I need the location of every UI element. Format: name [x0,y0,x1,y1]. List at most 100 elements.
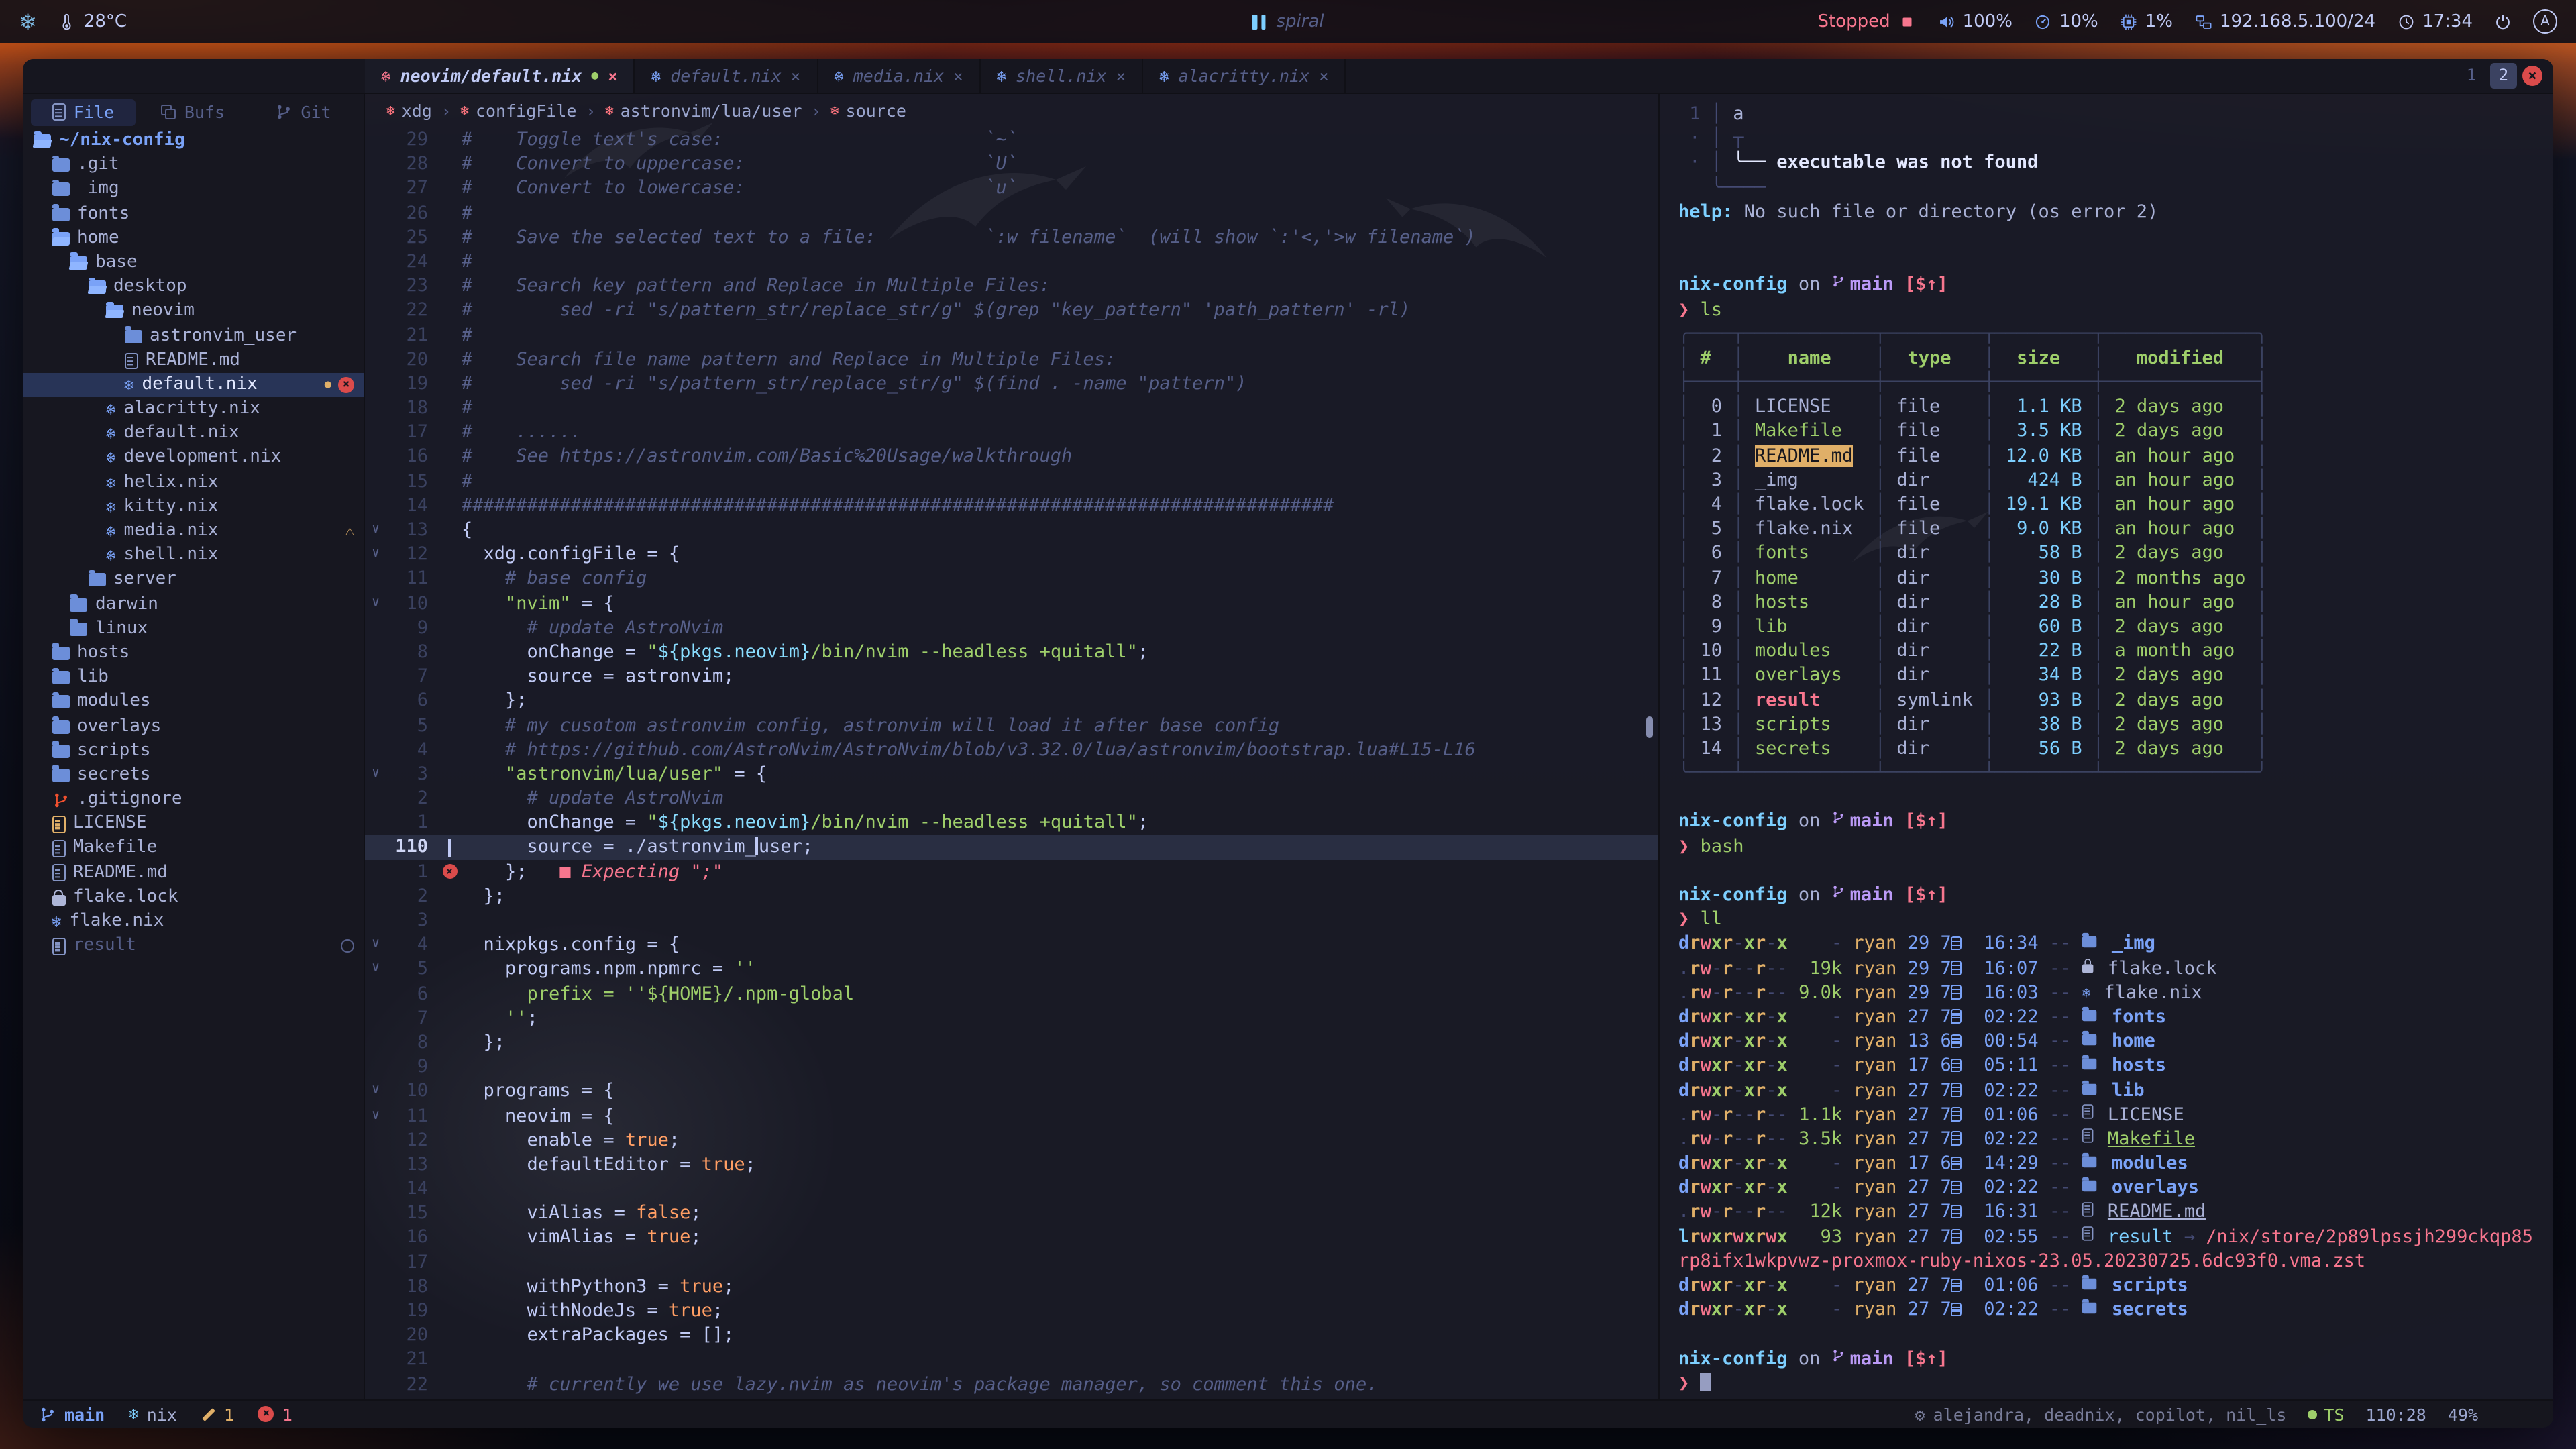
tree-item[interactable]: home [23,227,364,251]
code-line[interactable]: 1 onChange = "${pkgs.neovim}/bin/nvim --… [365,811,1658,835]
code-line[interactable]: 21 [365,1348,1658,1372]
buffer-tab[interactable]: ❄alacritty.nix× [1143,59,1346,93]
tree-item[interactable]: modules [23,690,364,714]
modified-count-segment[interactable]: 1 [201,1404,234,1424]
code-line[interactable]: ∨5 programs.npm.npmrc = '' [365,957,1658,981]
tree-item[interactable]: ❄development.nix [23,446,364,470]
editor-pane[interactable]: ❄xdg›❄configFile›❄astronvim/lua/user›❄so… [365,94,1658,1399]
tree-item[interactable]: ❄media.nix⚠ [23,519,364,543]
tree-item[interactable]: fonts [23,202,364,226]
buffer-tab[interactable]: ❄neovim/default.nix●× [365,59,635,93]
code-line[interactable]: ∨13{ [365,518,1658,542]
fold-chevron-icon[interactable]: ∨ [365,518,386,542]
code-line[interactable]: 16 vimAlias = true; [365,1226,1658,1250]
error-count-segment[interactable]: × 1 [258,1404,292,1424]
temperature-widget[interactable]: 28°C [58,11,127,32]
code-line[interactable]: 8 onChange = "${pkgs.neovim}/bin/nvim --… [365,640,1658,664]
code-line[interactable]: 25# Save the selected text to a file: `:… [365,225,1658,250]
code-line[interactable]: 22 # currently we use lazy.nvim as neovi… [365,1372,1658,1396]
tree-item[interactable]: neovim [23,300,364,324]
code-line[interactable]: ∨10 "nvim" = { [365,591,1658,615]
tree-item[interactable]: ❄shell.nix [23,543,364,568]
code-line[interactable]: 4 # https://github.com/AstroNvim/AstroNv… [365,737,1658,761]
buffer-tab[interactable]: ❄media.nix× [818,59,980,93]
code-line[interactable]: 7 ''; [365,1006,1658,1030]
tabpage-2[interactable]: 2 [2490,63,2517,89]
tree-item[interactable]: overlays [23,714,364,739]
fold-chevron-icon[interactable]: ∨ [365,762,386,786]
code-line[interactable]: 19 withNodeJs = true; [365,1299,1658,1323]
buffer-tab[interactable]: ❄shell.nix× [981,59,1143,93]
network-widget[interactable]: 192.168.5.100/24 [2194,11,2375,32]
tree-item[interactable]: darwin [23,592,364,616]
tree-item[interactable]: result [23,934,364,958]
breadcrumb-segment[interactable]: ❄source [830,101,906,121]
code-line[interactable]: 21# [365,323,1658,347]
code-line[interactable]: 27# Convert to lowercase: `u` [365,176,1658,201]
tree-item[interactable]: README.md [23,861,364,885]
code-line[interactable]: ∨3 "astronvim/lua/user" = { [365,762,1658,786]
keyboard-layout-badge[interactable]: A [2533,9,2557,34]
tree-item[interactable]: linux [23,617,364,641]
fold-chevron-icon[interactable]: ∨ [365,591,386,615]
nixos-logo-icon[interactable]: ❄ [19,9,37,34]
breadcrumb-segment[interactable]: ❄astronvim/lua/user [605,101,802,121]
code-line[interactable]: 5 # my cusotom astronvim config, astronv… [365,713,1658,737]
code-line[interactable]: 17 [365,1250,1658,1274]
code-line[interactable]: 7 source = astronvim; [365,664,1658,688]
explorer-tab-bufs[interactable]: Bufs [141,99,246,125]
code-line[interactable]: 23# Search key pattern and Replace in Mu… [365,274,1658,298]
tree-item[interactable]: server [23,568,364,592]
git-branch-segment[interactable]: main [39,1404,105,1424]
fold-chevron-icon[interactable]: ∨ [365,1079,386,1104]
code-line[interactable]: 20 extraPackages = []; [365,1323,1658,1347]
close-tab-button[interactable]: × [2522,66,2542,86]
fold-chevron-icon[interactable]: ∨ [365,1104,386,1128]
code-area[interactable]: 29# Toggle text's case: `~`28# Convert t… [365,127,1658,1397]
tree-item[interactable]: hosts [23,641,364,665]
code-line[interactable]: 14######################################… [365,494,1658,518]
tree-item[interactable]: lib [23,665,364,690]
media-widget[interactable]: spiral [1252,11,1324,32]
tree-item[interactable]: .gitignore [23,788,364,812]
breadcrumb-segment[interactable]: ❄xdg [386,101,432,121]
code-line[interactable]: 16# See https://astronvim.com/Basic%20Us… [365,445,1658,469]
code-line[interactable]: ∨10 programs = { [365,1079,1658,1104]
tree-item[interactable]: ❄helix.nix [23,470,364,494]
cpu-widget[interactable]: 1% [2120,11,2173,32]
tree-item[interactable]: desktop [23,275,364,299]
tree-item[interactable]: secrets [23,763,364,788]
code-line[interactable]: 15 viAlias = false; [365,1201,1658,1226]
code-line[interactable]: 26# [365,201,1658,225]
breadcrumb-segment[interactable]: ❄configFile [460,101,576,121]
close-buffer-icon[interactable]: × [791,66,800,85]
code-line[interactable]: 2 # update AstroNvim [365,786,1658,810]
clock-widget[interactable]: 17:34 [2397,11,2473,32]
code-line[interactable]: 17# ...... [365,421,1658,445]
tree-item[interactable]: ❄default.nix●× [23,373,364,397]
scrollbar-thumb[interactable] [1646,716,1653,738]
code-line[interactable]: 6 prefix = ''${HOME}/.npm-global [365,981,1658,1006]
tree-item[interactable]: astronvim_user [23,324,364,348]
code-line[interactable]: ∨4 nixpkgs.config = { [365,932,1658,957]
tree-item[interactable]: ❄kitty.nix [23,495,364,519]
close-buffer-icon[interactable]: × [1116,66,1126,85]
code-line[interactable]: 6 }; [365,689,1658,713]
code-line[interactable]: 20# Search file name pattern and Replace… [365,347,1658,371]
code-line[interactable]: 3 [365,908,1658,932]
code-line[interactable]: 29# Toggle text's case: `~` [365,127,1658,152]
close-buffer-icon[interactable]: × [608,66,617,85]
code-line[interactable]: ∨11 neovim = { [365,1104,1658,1128]
tree-item[interactable]: base [23,251,364,275]
explorer-tab-git[interactable]: Git [251,99,356,125]
disk-widget[interactable]: 10% [2034,11,2098,32]
close-buffer-icon[interactable]: × [953,66,963,85]
tree-item[interactable]: _img [23,178,364,202]
code-line[interactable]: 8 }; [365,1030,1658,1055]
code-line[interactable]: 13 defaultEditor = true; [365,1152,1658,1177]
tree-item[interactable]: LICENSE [23,812,364,837]
code-line[interactable]: 19# sed -ri "s/pattern_str/replace_str/g… [365,372,1658,396]
code-line[interactable]: 2 }; [365,884,1658,908]
tabpage-1[interactable]: 1 [2458,63,2485,89]
code-line[interactable]: 22# sed -ri "s/pattern_str/replace_str/g… [365,299,1658,323]
